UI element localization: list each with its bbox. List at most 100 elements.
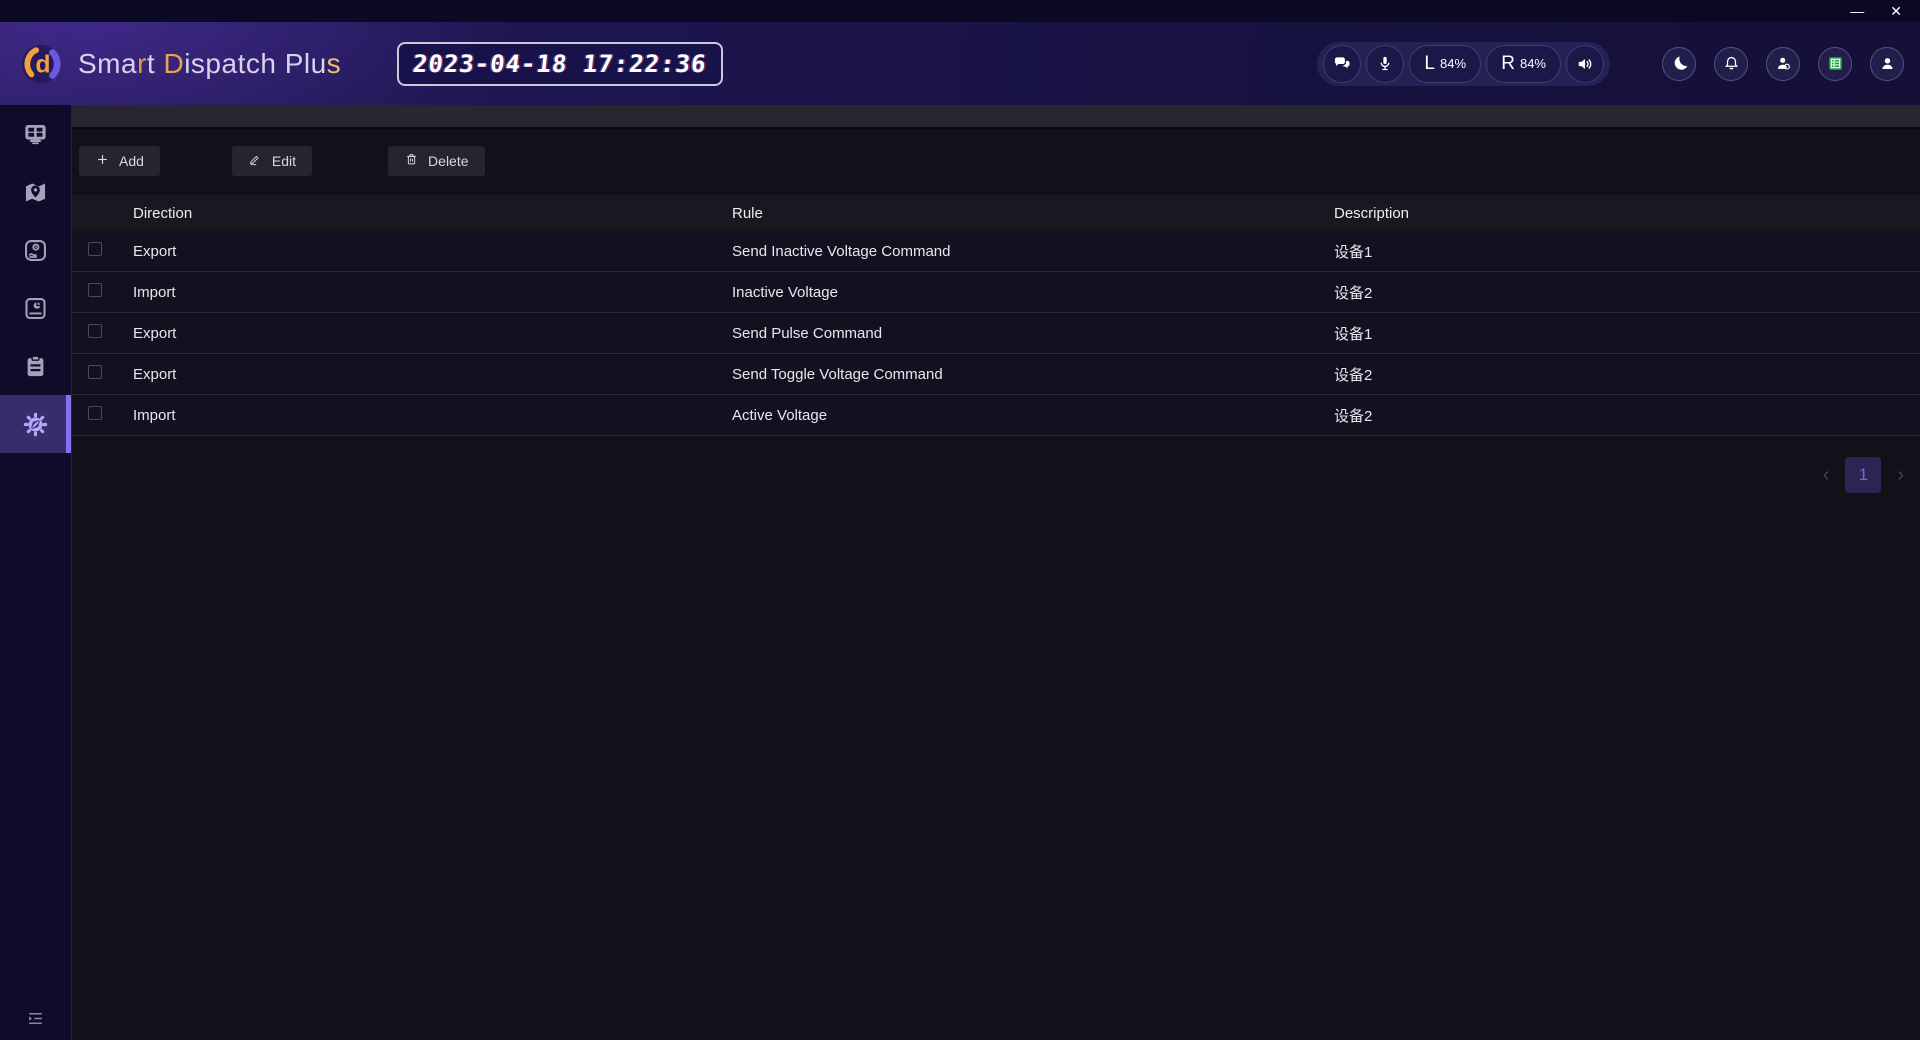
mic-icon: [1375, 54, 1395, 74]
checkbox-cell: [72, 365, 133, 383]
prev-page-button[interactable]: ‹: [1823, 465, 1830, 485]
right-channel-volume-label: R: [1501, 53, 1515, 75]
left-channel-volume-button[interactable]: L 84%: [1409, 45, 1481, 83]
chat-icon: [1332, 54, 1352, 74]
sidebar-item-contact[interactable]: [0, 279, 71, 337]
rules-table: Direction Rule Description ExportSend In…: [72, 195, 1920, 436]
content-area: Add Edit Delete Direction Rule Descripti…: [72, 105, 1920, 1040]
checkbox-cell: [72, 283, 133, 301]
cell-description: 设备2: [1334, 364, 1920, 385]
delete-button-label: Delete: [428, 153, 468, 169]
table-row: ExportSend Pulse Command设备1: [72, 313, 1920, 354]
page-1-button[interactable]: 1: [1845, 457, 1881, 493]
minimize-button[interactable]: —: [1850, 4, 1864, 18]
sidebar-item-map[interactable]: [0, 163, 71, 221]
app-title-segment: t: [147, 48, 164, 79]
right-channel-volume-button[interactable]: R 84%: [1486, 45, 1561, 83]
checkbox-cell: [72, 242, 133, 260]
microphone-button[interactable]: [1366, 45, 1404, 83]
row-checkbox[interactable]: [88, 406, 102, 420]
table-header-row: Direction Rule Description: [72, 195, 1920, 231]
notifications-button[interactable]: [1714, 47, 1748, 81]
account-button[interactable]: [1870, 47, 1904, 81]
pagination: ‹ 1 ›: [72, 457, 1920, 493]
bell-icon: [1722, 54, 1741, 73]
toolbar: Add Edit Delete: [72, 129, 1920, 176]
delete-button[interactable]: Delete: [388, 146, 484, 176]
collapse-icon: [26, 1009, 45, 1028]
monitor-icon: [22, 121, 49, 148]
sidebar-item-settings[interactable]: [0, 395, 71, 453]
route-icon: [22, 237, 49, 264]
add-button[interactable]: Add: [79, 146, 160, 176]
theme-toggle-button[interactable]: [1662, 47, 1696, 81]
cell-rule: Inactive Voltage: [732, 284, 1334, 301]
gear-icon: [22, 411, 49, 438]
chat-button[interactable]: [1323, 45, 1361, 83]
speaker-button[interactable]: [1566, 45, 1604, 83]
right-channel-volume-value: 84%: [1520, 56, 1546, 71]
cell-rule: Active Voltage: [732, 407, 1334, 424]
cell-direction: Export: [133, 243, 732, 260]
support-button[interactable]: [1766, 47, 1800, 81]
column-header-direction: Direction: [133, 205, 732, 222]
column-header-rule: Rule: [732, 205, 1334, 222]
left-channel-volume-value: 84%: [1440, 56, 1466, 71]
datetime-text: 2023-04-18 17:22:36: [412, 50, 708, 78]
app-title-segment: Sma: [78, 48, 137, 79]
quick-actions-group: [1662, 47, 1904, 81]
app-title: Smart Dispatch Plus: [78, 48, 341, 80]
sidebar: [0, 105, 72, 1040]
row-checkbox[interactable]: [88, 283, 102, 297]
contact-icon: [22, 295, 49, 322]
sidebar-item-route-pin[interactable]: [0, 221, 71, 279]
cell-direction: Import: [133, 284, 732, 301]
map-icon: [22, 179, 49, 206]
plus-icon: [95, 152, 110, 170]
row-checkbox[interactable]: [88, 324, 102, 338]
datetime-display: 2023-04-18 17:22:36: [397, 42, 723, 86]
table-row: ExportSend Inactive Voltage Command设备1: [72, 231, 1920, 272]
row-checkbox[interactable]: [88, 365, 102, 379]
cell-direction: Export: [133, 325, 732, 342]
media-controls-group: L 84% R 84%: [1317, 42, 1610, 86]
window-titlebar: — ✕: [0, 0, 1920, 22]
svg-text:d: d: [35, 51, 50, 78]
sidebar-item-clipboard[interactable]: [0, 337, 71, 395]
cell-rule: Send Pulse Command: [732, 325, 1334, 342]
speaker-icon: [1575, 54, 1595, 74]
table-row: ImportInactive Voltage设备2: [72, 272, 1920, 313]
cell-rule: Send Inactive Voltage Command: [732, 243, 1334, 260]
app-title-segment: ispatch Plu: [184, 48, 326, 79]
table-row: ImportActive Voltage设备2: [72, 395, 1920, 436]
app-title-segment: D: [163, 48, 184, 79]
user-icon: [1878, 54, 1897, 73]
support-icon: [1774, 54, 1793, 73]
next-page-button[interactable]: ›: [1897, 465, 1904, 485]
column-header-description: Description: [1334, 205, 1920, 222]
row-checkbox[interactable]: [88, 242, 102, 256]
edit-button[interactable]: Edit: [232, 146, 312, 176]
edit-button-label: Edit: [272, 153, 296, 169]
clipboard-icon: [22, 353, 49, 380]
pencil-icon: [248, 152, 263, 170]
collapse-sidebar-button[interactable]: [26, 1009, 45, 1028]
app-title-segment: s: [327, 48, 342, 79]
records-icon: [1826, 54, 1845, 73]
cell-description: 设备1: [1334, 323, 1920, 344]
table-row: ExportSend Toggle Voltage Command设备2: [72, 354, 1920, 395]
cell-direction: Import: [133, 407, 732, 424]
records-button[interactable]: [1818, 47, 1852, 81]
left-channel-volume-label: L: [1424, 53, 1435, 75]
add-button-label: Add: [119, 153, 144, 169]
cell-description: 设备2: [1334, 405, 1920, 426]
cell-direction: Export: [133, 366, 732, 383]
sidebar-item-monitor[interactable]: [0, 105, 71, 163]
cell-rule: Send Toggle Voltage Command: [732, 366, 1334, 383]
checkbox-cell: [72, 406, 133, 424]
cell-description: 设备2: [1334, 282, 1920, 303]
app-title-segment: r: [137, 48, 147, 79]
content-header-strip: [72, 105, 1920, 129]
app-header: d Smart Dispatch Plus 2023-04-18 17:22:3…: [0, 22, 1920, 105]
close-button[interactable]: ✕: [1890, 4, 1902, 18]
